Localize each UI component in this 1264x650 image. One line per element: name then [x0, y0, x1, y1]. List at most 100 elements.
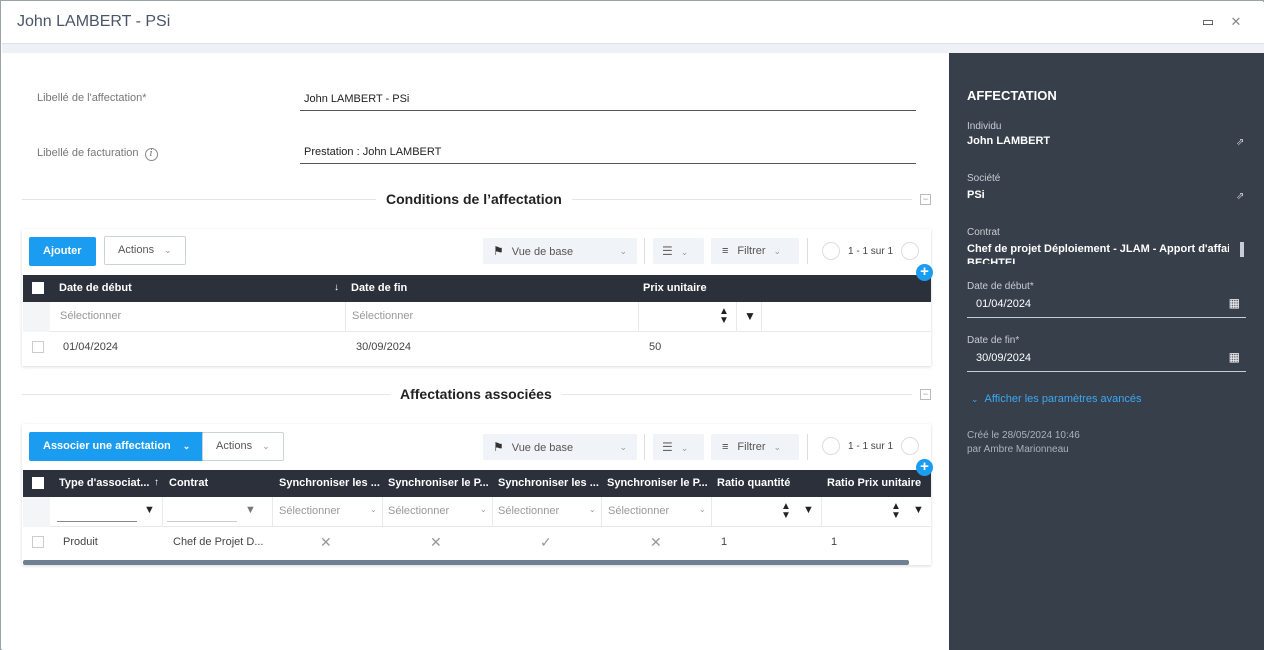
section1-collapse-icon[interactable]: − [920, 194, 931, 205]
associate-button[interactable]: Associer une affectation ⌄ [29, 432, 205, 461]
date-fin-input[interactable]: 30/09/2024 ▦ [967, 348, 1246, 372]
filter-funnel-icon[interactable]: ▼ [245, 504, 256, 516]
number-stepper-icon[interactable]: ▲ ▼ [781, 502, 791, 521]
prev-page-button[interactable] [822, 242, 840, 261]
societe-label: Société [967, 173, 1001, 184]
filter-funnel-icon[interactable]: ▼ [803, 504, 814, 516]
row-checkbox[interactable] [32, 536, 44, 548]
chevron-down-icon: ⌄ [480, 505, 487, 514]
contrat-scrollbar[interactable] [1240, 242, 1244, 257]
row-checkbox[interactable] [32, 341, 44, 353]
facturation-label-text: Libellé de facturation [37, 147, 139, 159]
col-sync-3[interactable]: Synchroniser les ... [498, 477, 602, 489]
pager-text: 1 - 1 sur 1 [848, 246, 894, 257]
select-all-checkbox[interactable] [32, 282, 44, 294]
col-date-debut[interactable]: Date de début [59, 282, 132, 294]
add-row-plus-icon[interactable]: + [916, 264, 933, 281]
select-all-checkbox[interactable] [32, 477, 44, 489]
contrat-value-cut: BECHTEL [967, 257, 1019, 264]
col-date-fin[interactable]: Date de fin [351, 282, 407, 294]
chevron-down-icon: ⌄ [589, 505, 596, 514]
filter-date-debut[interactable]: Sélectionner [60, 310, 121, 322]
pager-text: 1 - 1 sur 1 [848, 441, 894, 452]
calendar-icon[interactable]: ▦ [1229, 296, 1240, 310]
chevron-down-icon: ⌄ [680, 247, 689, 257]
col-sync-2[interactable]: Synchroniser le P... [388, 477, 492, 489]
col-sync-4[interactable]: Synchroniser le P... [607, 477, 711, 489]
created-date: Créé le 28/05/2024 10:46 [967, 430, 1080, 441]
external-link-icon[interactable]: ⇗ [1236, 191, 1244, 202]
col-contrat[interactable]: Contrat [169, 477, 208, 489]
horizontal-scrollbar[interactable] [23, 560, 909, 565]
header-strip [2, 44, 1264, 53]
facturation-field[interactable]: Prestation : John LAMBERT [300, 146, 916, 164]
actions-dropdown[interactable]: Actions ⌄ [104, 236, 186, 265]
view-selector[interactable]: ⚑ Vue de base ⌄ [483, 238, 637, 264]
calendar-icon[interactable]: ▦ [1229, 350, 1240, 364]
filter-sync-1[interactable]: Sélectionner [279, 505, 340, 517]
date-debut-input[interactable]: 01/04/2024 ▦ [967, 294, 1246, 318]
cross-icon: ✕ [320, 534, 332, 550]
filter-sync-2[interactable]: Sélectionner [388, 505, 449, 517]
contrat-label: Contrat [967, 227, 1000, 238]
prev-page-button[interactable] [822, 437, 840, 456]
toolbar-divider [644, 238, 645, 264]
associate-label: Associer une affectation [43, 440, 171, 452]
col-ratio-prix[interactable]: Ratio Prix unitaire [827, 477, 921, 489]
view-selector[interactable]: ⚑ Vue de base ⌄ [483, 434, 637, 460]
table-row[interactable]: Produit Chef de Projet D... ✕ ✕ ✓ ✕ 1 1 [23, 527, 931, 557]
filter-sync-4[interactable]: Sélectionner [608, 505, 669, 517]
add-button[interactable]: Ajouter [29, 237, 96, 266]
cell-ratio-prix: 1 [831, 536, 838, 548]
filter-button[interactable]: ≡ Filtrer ⌄ [711, 434, 799, 460]
filter-button[interactable]: ≡ Filtrer ⌄ [711, 238, 799, 264]
external-link-icon[interactable]: ⇗ [1236, 137, 1244, 148]
filter-contrat-input[interactable] [167, 503, 237, 522]
filter-divider [711, 497, 712, 527]
columns-settings-button[interactable]: ☰ ⌄ [653, 238, 704, 264]
date-debut-label: Date de début* [967, 281, 1034, 292]
filter-divider [162, 497, 163, 527]
section1-title: Conditions de l’affectation [376, 191, 572, 207]
chevron-down-icon: ⌄ [262, 441, 270, 451]
col-prix-unitaire[interactable]: Prix unitaire [643, 282, 707, 294]
filter-date-fin[interactable]: Sélectionner [352, 310, 413, 322]
filter-funnel-icon[interactable]: ▼ [144, 504, 155, 516]
societe-value: PSi [967, 189, 985, 201]
window-title: John LAMBERT - PSi [17, 13, 171, 30]
filter-funnel-icon[interactable]: ▼ [744, 309, 756, 323]
info-icon[interactable]: i [144, 148, 158, 161]
view-label: Vue de base [511, 246, 574, 258]
advanced-params-link[interactable]: ⌄ Afficher les paramètres avancés [971, 393, 1141, 405]
next-page-button[interactable] [901, 437, 920, 456]
section2-collapse-icon[interactable]: − [920, 389, 931, 400]
affectation-label: Libellé de l'affectation* [37, 92, 147, 104]
filter-divider [272, 497, 273, 527]
number-stepper-icon[interactable]: ▲ ▼ [719, 307, 729, 326]
filter-label: Filtrer [737, 441, 766, 453]
col-type-association[interactable]: Type d'associat... [59, 477, 149, 489]
sort-arrow-icon[interactable]: ↓ [334, 282, 339, 293]
col-ratio-quantite[interactable]: Ratio quantité [717, 477, 790, 489]
filter-lines-icon: ≡ [722, 245, 729, 257]
affectation-field[interactable]: John LAMBERT - PSi [300, 93, 916, 111]
pager: 1 - 1 sur 1 [822, 242, 920, 262]
cross-icon: ✕ [430, 534, 442, 550]
actions-dropdown[interactable]: Actions ⌄ [202, 432, 284, 461]
col-sync-1[interactable]: Synchroniser les ... [279, 477, 383, 489]
filter-funnel-icon[interactable]: ▼ [913, 504, 924, 516]
number-stepper-icon[interactable]: ▲ ▼ [891, 502, 901, 521]
next-page-button[interactable] [901, 242, 920, 261]
created-by: par Ambre Marionneau [967, 444, 1069, 455]
maximize-icon[interactable]: ▭ [1200, 14, 1216, 30]
filter-type-input[interactable] [57, 503, 137, 522]
table-row[interactable]: 01/04/2024 30/09/2024 50 [23, 332, 931, 362]
filter-sync-3[interactable]: Sélectionner [498, 505, 559, 517]
cell-date-fin: 30/09/2024 [356, 341, 412, 353]
filter-divider [345, 302, 346, 332]
columns-settings-button[interactable]: ☰ ⌄ [653, 434, 704, 460]
sort-arrow-icon[interactable]: ↑ [154, 477, 159, 488]
date-fin-value: 30/09/2024 [976, 352, 1032, 364]
add-row-plus-icon[interactable]: + [916, 459, 933, 476]
close-icon[interactable]: ✕ [1228, 14, 1244, 30]
